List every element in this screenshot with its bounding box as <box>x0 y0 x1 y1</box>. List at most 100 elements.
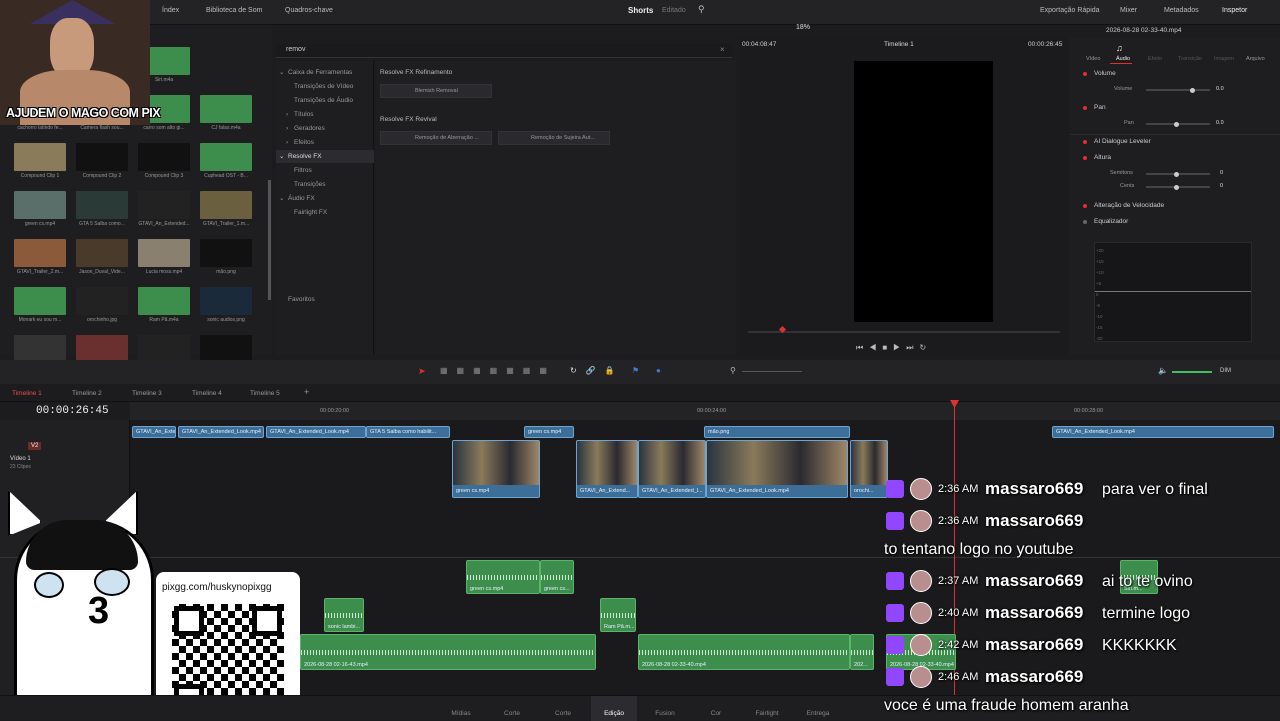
media-thumbnail[interactable] <box>200 239 252 267</box>
media-thumbnail[interactable] <box>76 143 128 171</box>
media-thumbnail[interactable] <box>76 335 128 363</box>
fx-tree-effects[interactable]: Efeitos <box>294 139 314 146</box>
audio-clip[interactable]: sonic lambi... <box>324 598 364 632</box>
media-thumbnail[interactable] <box>138 239 190 267</box>
fx-tree-resolve-fx[interactable]: Resolve FX <box>288 153 322 160</box>
ai-dialogue-header[interactable]: AI Dialogue Leveler <box>1094 138 1151 145</box>
inspector-tab-effect[interactable]: Efeito <box>1148 56 1162 62</box>
inspector-tab-video[interactable]: Vídeo <box>1086 56 1100 62</box>
video-clip[interactable]: GTAVI_An_Extended_Look.mp4 <box>178 426 264 438</box>
ai-dialogue-dot[interactable] <box>1083 140 1087 144</box>
quick-export-button[interactable]: Exportação Rápida <box>1040 7 1100 14</box>
cents-value[interactable]: 0 <box>1220 183 1223 189</box>
fx-blemish-removal[interactable]: Blemish Removal <box>380 84 492 98</box>
video-clip[interactable]: mão.png <box>704 426 850 438</box>
edit-tools[interactable]: ▦▦▦▦▦▦▦ <box>440 366 556 375</box>
semitones-value[interactable]: 0 <box>1220 170 1223 176</box>
video-clip[interactable]: green cs.mp4 <box>524 426 574 438</box>
media-thumbnail[interactable] <box>76 239 128 267</box>
fx-tree-titles[interactable]: Títulos <box>294 111 314 118</box>
timeline-ruler[interactable]: 00:00:20:00 00:00:24:00 00:00:28:00 <box>130 402 1280 420</box>
media-thumbnail[interactable] <box>200 191 252 219</box>
inspector-tab-image[interactable]: Imagem <box>1214 56 1234 62</box>
sound-library-button[interactable]: Biblioteca de Som <box>206 7 262 14</box>
media-thumbnail[interactable] <box>14 239 66 267</box>
mixer-button[interactable]: Mixer <box>1120 7 1137 14</box>
selection-tool-icon[interactable]: ➤ <box>418 366 426 377</box>
nav-media[interactable]: Mídias <box>441 710 481 717</box>
tab-timeline-5[interactable]: Timeline 5 <box>250 390 280 397</box>
media-thumbnail[interactable] <box>76 287 128 315</box>
fx-tree-audio-fx[interactable]: Áudio FX <box>288 195 315 202</box>
viewer-timeline-name[interactable]: Timeline 1 <box>884 41 914 48</box>
tab-timeline-3[interactable]: Timeline 3 <box>132 390 162 397</box>
audio-clip[interactable]: 202... <box>850 634 874 670</box>
marker-icon[interactable]: ● <box>656 366 661 375</box>
search-input[interactable]: remov <box>286 46 305 53</box>
eq-dot[interactable] <box>1083 220 1087 224</box>
flag-icon[interactable]: ⚑ <box>632 366 639 375</box>
eq-header[interactable]: Equalizador <box>1094 218 1128 225</box>
media-scrollbar[interactable] <box>268 180 271 300</box>
nav-color[interactable]: Cor <box>696 710 736 717</box>
inspector-button[interactable]: Inspetor <box>1222 7 1247 14</box>
nav-deliver[interactable]: Entrega <box>798 710 838 717</box>
audio-thumbnail[interactable] <box>14 287 66 315</box>
volume-enabled-dot[interactable] <box>1083 72 1087 76</box>
video-clip[interactable]: green cs.mp4 <box>452 440 540 498</box>
add-timeline-icon[interactable]: + <box>304 387 309 397</box>
nav-fusion[interactable]: Fusion <box>645 710 685 717</box>
nav-cut-2[interactable]: Corte <box>543 710 583 717</box>
fx-tree-toolbox[interactable]: Caixa de Ferramentas <box>288 69 352 76</box>
audio-clip[interactable]: 2026-08-28 02-16-43.mp4 <box>300 634 596 670</box>
video-clip[interactable]: GTAVI_An_Extend... <box>576 440 638 498</box>
media-thumbnail[interactable] <box>200 287 252 315</box>
video-clip[interactable]: GTAVI_An_Extended_Look.mp4 <box>706 440 848 498</box>
fx-tree-video-transitions[interactable]: Transições de Vídeo <box>294 83 353 90</box>
master-volume-slider[interactable] <box>1172 371 1212 373</box>
viewer-canvas[interactable] <box>854 61 993 322</box>
media-thumbnail[interactable] <box>200 335 252 363</box>
tab-timeline-1[interactable]: Timeline 1 <box>12 390 42 397</box>
fx-tree-favorites[interactable]: Favoritos <box>288 296 315 303</box>
fx-tree-generators[interactable]: Geradores <box>294 125 325 132</box>
media-thumbnail[interactable] <box>138 191 190 219</box>
media-thumbnail[interactable] <box>14 191 66 219</box>
pan-value[interactable]: 0.0 <box>1216 120 1224 126</box>
fx-tree-fairlight-fx[interactable]: Fairlight FX <box>294 209 327 216</box>
pitch-dot[interactable] <box>1083 156 1087 160</box>
video-clip[interactable]: GTAVI_An_Extended_Look.mp4 <box>266 426 366 438</box>
video-clip[interactable]: GTAVI_An_Exte... <box>132 426 176 438</box>
audio-clip[interactable]: 2026-08-28 02-33-40.mp4 <box>638 634 850 670</box>
metadata-button[interactable]: Metadados <box>1164 7 1199 14</box>
dim-button[interactable]: DIM <box>1220 368 1231 374</box>
timeline-timecode[interactable]: 00:00:26:45 <box>36 405 109 417</box>
tab-timeline-4[interactable]: Timeline 4 <box>192 390 222 397</box>
video-clip[interactable]: GTAVI_An_Extended_Look.mp4 <box>1052 426 1274 438</box>
cents-slider[interactable] <box>1146 184 1210 190</box>
media-thumbnail[interactable] <box>14 143 66 171</box>
audio-thumbnail[interactable] <box>200 95 252 123</box>
media-thumbnail[interactable] <box>138 335 190 363</box>
inspector-tab-transition[interactable]: Transição <box>1178 56 1202 62</box>
zoom-slider[interactable] <box>742 371 802 372</box>
audio-clip[interactable]: green cs... <box>540 560 574 594</box>
zoom-level[interactable]: 18% <box>796 24 810 31</box>
eq-graph[interactable] <box>1094 242 1252 342</box>
volume-slider[interactable] <box>1146 87 1210 93</box>
close-icon[interactable]: × <box>720 45 725 54</box>
fx-tree-filters[interactable]: Filtros <box>294 167 312 174</box>
index-button[interactable]: Índex <box>162 7 179 14</box>
audio-clip[interactable]: green cs.mp4 <box>466 560 540 594</box>
zoom-search-icon[interactable]: ⚲ <box>730 366 736 375</box>
speed-header[interactable]: Alteração de Velocidade <box>1094 202 1164 209</box>
fx-tree-transitions[interactable]: Transições <box>294 181 326 188</box>
audio-thumbnail[interactable] <box>200 143 252 171</box>
video-clip[interactable]: GTA 5 Salba como habilit... <box>366 426 450 438</box>
media-thumbnail[interactable] <box>138 143 190 171</box>
search-icon[interactable]: ⚲ <box>698 4 705 15</box>
media-thumbnail[interactable] <box>14 335 66 363</box>
nav-edit[interactable]: Edição <box>594 710 634 717</box>
inspector-tab-audio[interactable]: Áudio <box>1116 56 1130 62</box>
pan-enabled-dot[interactable] <box>1083 106 1087 110</box>
